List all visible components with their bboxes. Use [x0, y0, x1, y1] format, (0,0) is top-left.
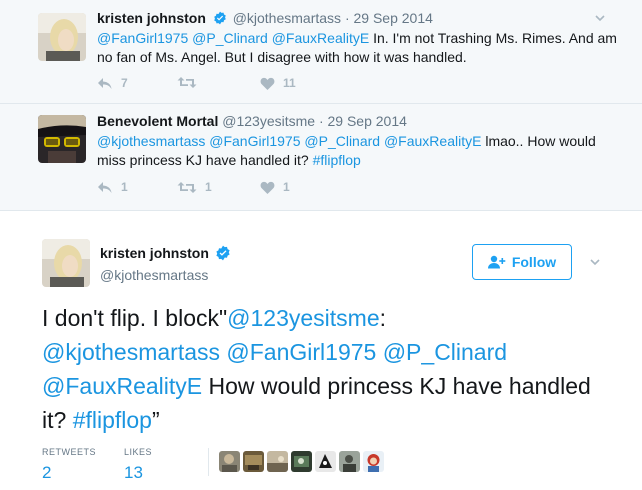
hashtag-link[interactable]: #flipflop [73, 407, 152, 433]
retweet-icon [177, 77, 197, 88]
avatar[interactable] [38, 13, 86, 61]
reply-icon [98, 77, 112, 89]
like-action[interactable]: 1 [260, 180, 290, 194]
follow-person-icon [487, 255, 506, 269]
like-count: 1 [283, 180, 290, 194]
liker-avatars [219, 451, 384, 472]
reply-count: 1 [121, 180, 128, 194]
tweet-header: Benevolent Mortal @123yesitsme · 29 Sep … [97, 113, 407, 129]
verified-badge-icon [214, 11, 226, 25]
retweet-icon [177, 181, 197, 193]
tweet-header: kristen johnston @kjothesmartass · 29 Se… [97, 10, 433, 26]
like-count: 11 [283, 76, 296, 90]
retweet-action[interactable]: 1 [177, 180, 212, 194]
chevron-down-icon[interactable] [594, 12, 606, 24]
hashtag-link[interactable]: #flipflop [313, 152, 361, 168]
mention-link[interactable]: @123yesitsme [227, 305, 379, 331]
retweet-count: 1 [205, 180, 212, 194]
liker-avatar[interactable] [243, 451, 264, 472]
tweet-date[interactable]: · 29 Sep 2014 [319, 113, 407, 129]
liker-avatar[interactable] [315, 451, 336, 472]
tweet-text: @FanGirl1975 @P_Clinard @FauxRealityE In… [97, 29, 617, 67]
mention-links[interactable]: @FanGirl1975 @P_Clinard @FauxRealityE [97, 30, 369, 46]
tweet-text-part: ” [151, 407, 160, 433]
avatar[interactable] [38, 115, 86, 163]
likes-label: LIKES [124, 447, 153, 457]
heart-icon [260, 77, 275, 90]
context-tweet-2[interactable]: Benevolent Mortal @123yesitsme · 29 Sep … [0, 104, 642, 209]
liker-avatar[interactable] [267, 451, 288, 472]
tweet-text: @kjothesmartass @FanGirl1975 @P_Clinard … [97, 132, 617, 170]
likes-count: 13 [124, 463, 143, 482]
reply-count: 7 [121, 76, 128, 90]
user-name[interactable]: kristen johnston [97, 10, 206, 26]
user-name[interactable]: Benevolent Mortal [97, 113, 218, 129]
like-action[interactable]: 11 [260, 76, 296, 90]
tweet-text-part: : [379, 305, 387, 331]
retweets-count: 2 [42, 463, 52, 482]
liker-avatar[interactable] [363, 451, 384, 472]
avatar[interactable] [42, 239, 90, 287]
user-handle[interactable]: @123yesitsme [222, 113, 315, 129]
follow-button[interactable]: Follow [472, 244, 572, 280]
retweets-stat[interactable]: RETWEETS 2 [42, 447, 96, 483]
retweets-label: RETWEETS [42, 447, 97, 457]
chevron-down-icon[interactable] [589, 256, 601, 268]
conversation-context: kristen johnston @kjothesmartass · 29 Se… [0, 0, 642, 210]
permalink-tweet: kristen johnston @kjothesmartass Follow … [0, 211, 642, 490]
verified-badge-icon [216, 245, 230, 261]
user-name-text: kristen johnston [100, 245, 209, 261]
user-name[interactable]: kristen johnston [100, 245, 231, 261]
liker-avatar[interactable] [291, 451, 312, 472]
mention-links[interactable]: @kjothesmartass @FanGirl1975 @P_Clinard … [97, 133, 481, 149]
user-handle[interactable]: @kjothesmartass [233, 10, 341, 26]
stats-divider [208, 448, 209, 476]
reply-action[interactable]: 1 [97, 180, 128, 194]
context-tweet-1[interactable]: kristen johnston @kjothesmartass · 29 Se… [0, 0, 642, 104]
tweet-date[interactable]: · 29 Sep 2014 [345, 10, 433, 26]
reply-action[interactable]: 7 [97, 76, 128, 90]
heart-icon [260, 181, 275, 194]
liker-avatar[interactable] [219, 451, 240, 472]
user-handle[interactable]: @kjothesmartass [100, 267, 208, 283]
reply-icon [98, 181, 112, 193]
tweet-text-part: I don't flip. I block" [42, 305, 228, 331]
liker-avatar[interactable] [339, 451, 360, 472]
likes-stat[interactable]: LIKES 13 [124, 447, 152, 483]
retweet-action[interactable] [177, 76, 205, 89]
follow-label: Follow [511, 254, 557, 270]
tweet-text: I don't flip. I block"@123yesitsme: @kjot… [42, 301, 612, 437]
